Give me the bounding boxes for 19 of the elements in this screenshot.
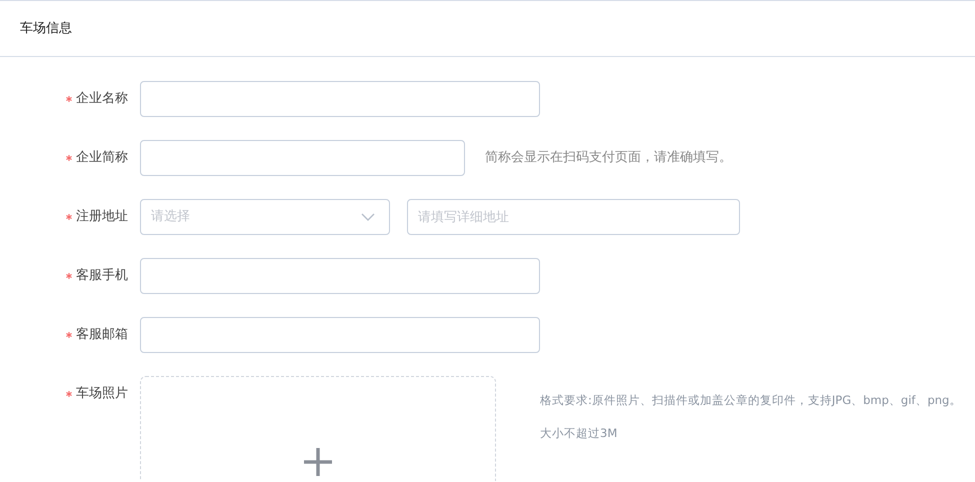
text-field[interactable] <box>140 140 465 176</box>
upload-area[interactable] <box>140 376 496 481</box>
field-hint: 简称会显示在扫码支付页面，请准确填写。 <box>485 149 732 167</box>
field-label: 客服邮箱 <box>76 326 128 344</box>
chevron-down-icon <box>361 213 375 221</box>
text-field[interactable] <box>140 81 540 117</box>
upload-note: 格式要求:原件照片、扫描件或加盖公章的复印件，支持JPG、bmp、gif、png。 <box>540 392 962 409</box>
field-label: 企业名称 <box>76 90 128 108</box>
field-label: 车场照片 <box>76 385 128 404</box>
field-label: 企业简称 <box>76 149 128 168</box>
text-field[interactable] <box>140 317 540 353</box>
text-field[interactable] <box>140 258 540 294</box>
field-label: 客服手机 <box>76 267 128 286</box>
plus-icon <box>303 447 333 477</box>
region-select[interactable]: 请选择 <box>140 199 390 235</box>
upload-note: 大小不超过3M <box>540 425 618 442</box>
address-field[interactable]: 请填写详细地址 <box>407 199 740 235</box>
field-label: 注册地址 <box>76 208 128 226</box>
panel-title: 车场信息 <box>20 20 72 38</box>
